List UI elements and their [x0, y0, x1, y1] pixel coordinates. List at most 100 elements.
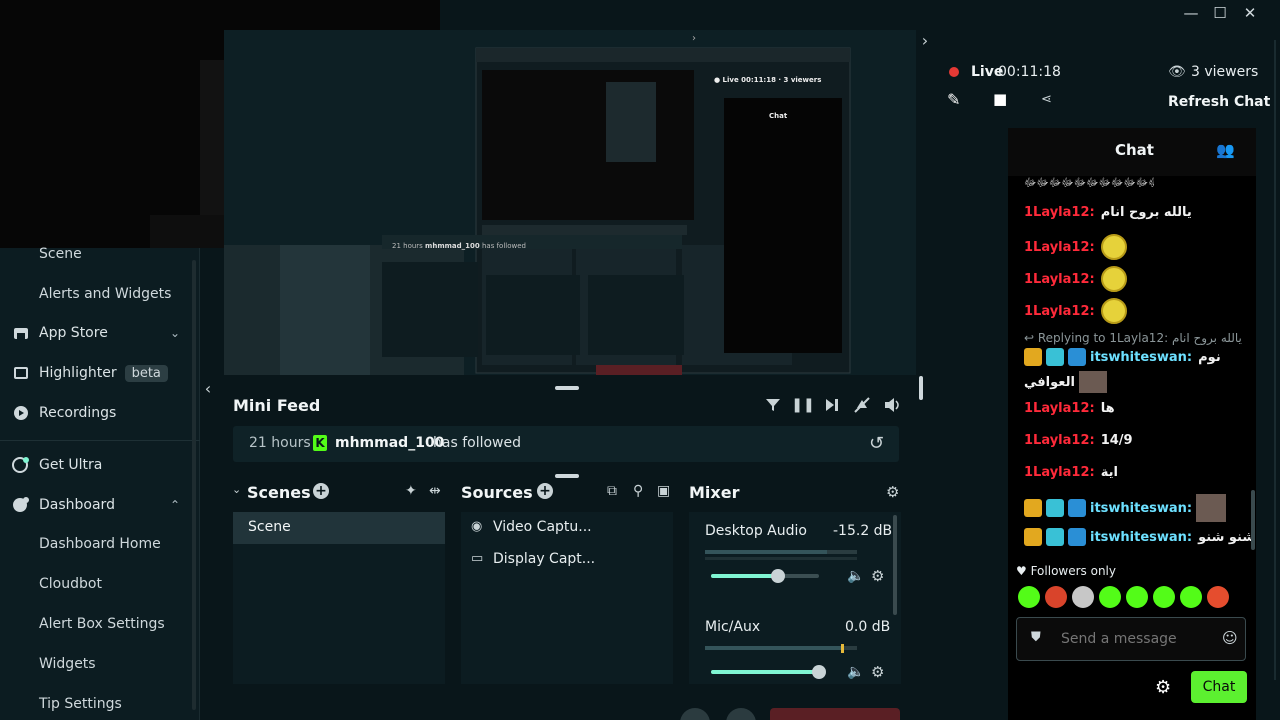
- crown-badge-icon: [1024, 348, 1042, 366]
- chat-username: 1Layla12:: [1024, 239, 1095, 255]
- emote-button[interactable]: [1072, 586, 1094, 608]
- users-icon[interactable]: 👥: [1216, 141, 1235, 159]
- emote-button[interactable]: [1126, 586, 1148, 608]
- preview-scroll-handle[interactable]: [919, 376, 923, 400]
- source-studio-icon[interactable]: ⧉: [607, 483, 617, 499]
- sidebar-item-alert-box-settings[interactable]: Alert Box Settings: [39, 612, 165, 636]
- source-lock-icon[interactable]: ⚲: [633, 483, 643, 499]
- og-badge-icon: [1046, 528, 1064, 546]
- sidebar-scrollbar[interactable]: [192, 260, 196, 710]
- chat-message: itswhiteswan:: [1024, 494, 1227, 522]
- source-item-display[interactable]: ▭ Display Capt...: [461, 548, 673, 572]
- sidebar-item-tip-settings[interactable]: Tip Settings: [39, 692, 122, 716]
- refresh-chat-button[interactable]: Refresh Chat: [1168, 94, 1270, 110]
- emote-button[interactable]: [1018, 586, 1040, 608]
- sidebar-item-alerts-widgets[interactable]: Alerts and Widgets: [39, 282, 171, 306]
- emoji-icon[interactable]: ☺: [1222, 629, 1238, 647]
- volume-slider-mic[interactable]: [711, 665, 826, 679]
- chat-message: 1Layla12: ها: [1024, 401, 1115, 416]
- go-live-button[interactable]: [770, 708, 900, 720]
- emote-button[interactable]: [1180, 586, 1202, 608]
- scene-resize-icon[interactable]: ⇹: [429, 483, 441, 499]
- beta-badge: beta: [124, 364, 168, 382]
- store-icon: [12, 324, 30, 342]
- chat-scrollbar[interactable]: [1251, 490, 1255, 550]
- filter-icon[interactable]: [764, 396, 782, 414]
- scenes-list: Scene: [233, 512, 445, 684]
- chat-settings-icon[interactable]: ⚙: [1155, 677, 1171, 698]
- sidebar-item-get-ultra[interactable]: Get Ultra: [12, 450, 188, 480]
- source-item-video[interactable]: ◉ Video Captu...: [461, 516, 673, 540]
- dashboard-icon: [12, 496, 30, 514]
- sidebar-item-highlighter[interactable]: Highlighter beta: [12, 358, 188, 388]
- sidebar-item-dashboard-home[interactable]: Dashboard Home: [39, 532, 161, 556]
- sidebar-item-scene[interactable]: Scene: [39, 242, 82, 266]
- mute-alerts-icon[interactable]: [853, 396, 871, 414]
- emote-image: [1100, 234, 1127, 260]
- chat-username: 1Layla12:: [1024, 465, 1095, 480]
- send-chat-button[interactable]: Chat: [1191, 671, 1247, 703]
- add-source-button[interactable]: +: [537, 483, 553, 499]
- edit-stream-icon[interactable]: ✎: [947, 90, 960, 109]
- expand-right-icon[interactable]: ›: [916, 30, 934, 50]
- emote-button[interactable]: [1153, 586, 1175, 608]
- mixer-channel-name: Desktop Audio: [705, 523, 807, 539]
- chat-username: 1Layla12:: [1024, 401, 1095, 416]
- collapse-left-icon[interactable]: ‹: [200, 378, 216, 398]
- chat-username: itswhiteswan:: [1090, 349, 1193, 365]
- sword-badge-icon: [1068, 499, 1086, 517]
- chat-text: يالله بروح انام: [1100, 205, 1192, 220]
- camera-icon[interactable]: ■: [993, 90, 1007, 108]
- chat-message-input[interactable]: [1061, 628, 1211, 650]
- collapse-scenes-icon[interactable]: ⌄: [232, 483, 241, 496]
- add-folder-icon[interactable]: ▣: [657, 483, 670, 499]
- emote-button[interactable]: [1207, 586, 1229, 608]
- close-button[interactable]: ✕: [1235, 4, 1265, 22]
- minimize-button[interactable]: —: [1176, 4, 1206, 22]
- mixer-scrollbar[interactable]: [893, 515, 897, 615]
- chat-input-box[interactable]: ⛊ ☺: [1016, 617, 1246, 661]
- replay-icon[interactable]: ↺: [869, 433, 884, 454]
- mic-settings-icon[interactable]: ⚙: [871, 663, 884, 681]
- desktop-settings-icon[interactable]: ⚙: [871, 567, 884, 585]
- reply-text: Replying to 1Layla12: يالله بروح انام: [1037, 331, 1242, 345]
- share-icon[interactable]: ⋖: [1041, 92, 1052, 107]
- add-scene-button[interactable]: +: [313, 483, 329, 499]
- sidebar-item-widgets[interactable]: Widgets: [39, 652, 96, 676]
- maximize-button[interactable]: ☐: [1205, 4, 1235, 22]
- scene-item[interactable]: Scene: [233, 512, 445, 544]
- chat-message: 1Layla12:: [1024, 266, 1127, 292]
- resize-handle[interactable]: [555, 386, 579, 390]
- chat-username: 1Layla12:: [1024, 433, 1095, 448]
- pause-icon[interactable]: ❚❚: [791, 396, 814, 414]
- highlighter-icon: [12, 364, 30, 382]
- sidebar-item-recordings[interactable]: Recordings: [12, 398, 188, 428]
- chat-message: 1Layla12:: [1024, 234, 1127, 260]
- emote-image: [1100, 298, 1127, 324]
- audio-meter: [705, 646, 857, 650]
- eye-icon: 👁: [1168, 64, 1186, 80]
- scene-transition-icon[interactable]: ✦: [405, 483, 417, 499]
- mixer-title: Mixer: [689, 483, 740, 502]
- emote-button[interactable]: [1045, 586, 1067, 608]
- nested-live-text: ● Live 00:11:18 · 3 viewers: [714, 76, 822, 84]
- source-item-label: Display Capt...: [493, 551, 596, 567]
- crown-badge-icon: [1024, 528, 1042, 546]
- skip-icon[interactable]: [823, 396, 841, 414]
- chat-title: Chat: [1115, 141, 1154, 159]
- sidebar-item-dashboard[interactable]: Dashboard ⌃: [12, 490, 188, 520]
- window-scrollbar[interactable]: [1274, 40, 1276, 680]
- emote-image: [1078, 371, 1107, 393]
- emote-button[interactable]: [1099, 586, 1121, 608]
- audio-meter: [705, 550, 857, 554]
- monitor-icon: ▭: [471, 551, 484, 566]
- mute-desktop-icon[interactable]: 🔈: [847, 568, 864, 584]
- sidebar-item-app-store[interactable]: App Store ⌄: [12, 318, 188, 348]
- volume-icon[interactable]: [883, 396, 903, 414]
- volume-slider-desktop[interactable]: [711, 569, 819, 583]
- mute-mic-icon[interactable]: 🔈: [847, 664, 864, 680]
- sources-list: ◉ Video Captu... ▭ Display Capt...: [461, 512, 673, 684]
- nested-chat-title: Chat: [769, 112, 788, 120]
- sidebar-item-cloudbot[interactable]: Cloudbot: [39, 572, 102, 596]
- mixer-settings-icon[interactable]: ⚙: [886, 483, 899, 501]
